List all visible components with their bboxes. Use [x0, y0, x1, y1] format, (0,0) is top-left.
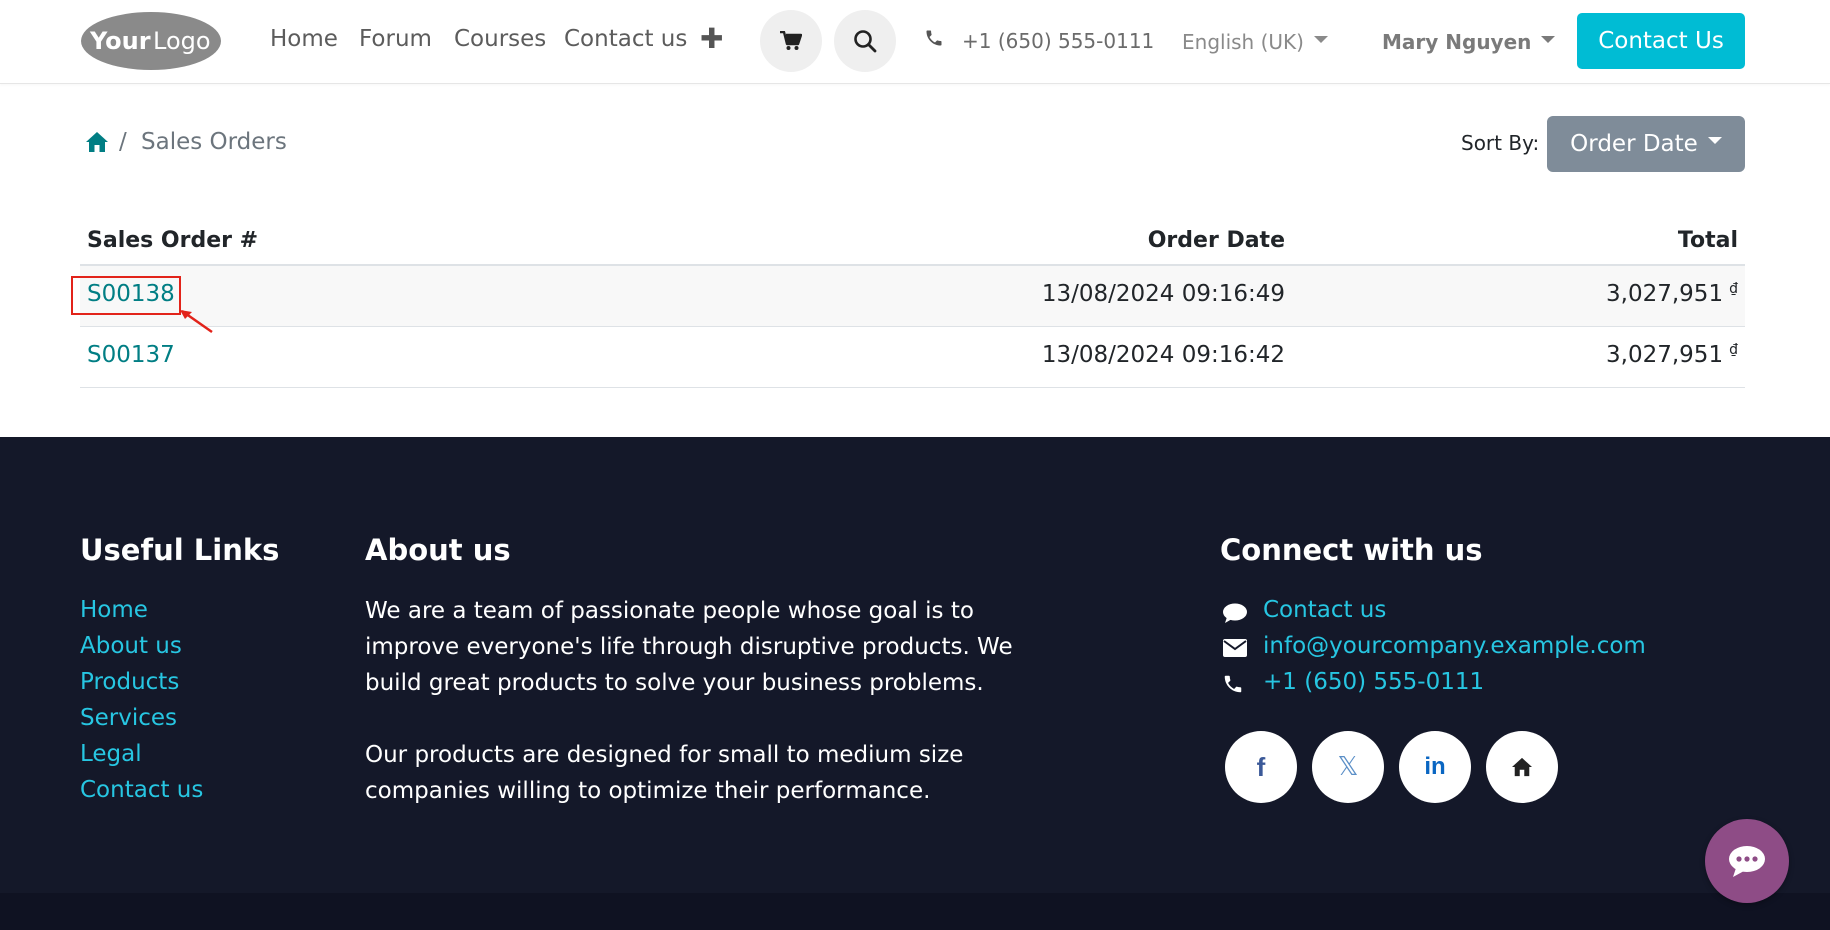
footer-link-about-us[interactable]: About us: [80, 633, 182, 659]
connect-email[interactable]: info@yourcompany.example.com: [1263, 633, 1646, 659]
facebook-icon: f: [1256, 751, 1266, 782]
nav-home[interactable]: Home: [270, 26, 338, 52]
site-header: Your Logo Home Forum Courses Contact us …: [0, 0, 1830, 84]
sort-by-dropdown[interactable]: Order Date: [1547, 116, 1745, 172]
phone-icon: [926, 30, 942, 46]
linkedin-button[interactable]: in: [1399, 731, 1471, 803]
order-link-s00137[interactable]: S00137: [87, 342, 175, 368]
footer-link-products[interactable]: Products: [80, 669, 179, 695]
connect-phone[interactable]: +1 (650) 555-0111: [1263, 669, 1484, 695]
connect-heading: Connect with us: [1220, 533, 1483, 567]
comment-icon: [1223, 603, 1247, 623]
sort-by-value: Order Date: [1570, 131, 1698, 157]
order-total-value: 3,027,951: [1606, 342, 1724, 368]
breadcrumb-separator: /: [119, 129, 127, 155]
column-order-date: Order Date: [1147, 228, 1285, 253]
user-name: Mary Nguyen: [1382, 30, 1532, 54]
table-row[interactable]: S00137 13/08/2024 09:16:42 3,027,951 ₫: [80, 327, 1745, 388]
cart-icon: [780, 31, 802, 50]
linkedin-icon: in: [1424, 753, 1446, 780]
about-paragraph: Our products are designed for small to m…: [365, 742, 964, 804]
footer-link-legal[interactable]: Legal: [80, 741, 142, 767]
order-total-value: 3,027,951: [1606, 281, 1724, 307]
language-selector[interactable]: English (UK): [1182, 30, 1328, 54]
currency-symbol: ₫: [1729, 281, 1738, 297]
x-twitter-button[interactable]: 𝕏: [1312, 731, 1384, 803]
website-home-button[interactable]: [1486, 731, 1558, 803]
cart-button[interactable]: [760, 10, 822, 72]
nav-courses[interactable]: Courses: [454, 26, 546, 52]
search-icon: [854, 30, 877, 53]
search-button[interactable]: [834, 10, 896, 72]
logo-text-your: Your: [89, 27, 151, 55]
contact-us-button[interactable]: Contact Us: [1577, 13, 1745, 69]
table-row[interactable]: S00138 13/08/2024 09:16:49 3,027,951 ₫: [80, 266, 1745, 327]
footer-copyright-bar: [0, 893, 1830, 930]
chevron-down-icon: [1707, 136, 1722, 144]
footer-link-services[interactable]: Services: [80, 705, 177, 731]
chevron-down-icon: [1313, 36, 1328, 43]
footer-link-contact-us[interactable]: Contact us: [80, 777, 203, 803]
about-paragraph: We are a team of passionate people whose…: [365, 598, 1013, 696]
chat-icon: [1729, 846, 1765, 877]
header-phone[interactable]: +1 (650) 555-0111: [962, 29, 1154, 53]
site-footer: Useful Links Home About us Products Serv…: [0, 437, 1830, 893]
sort-by-label: Sort By:: [1461, 131, 1540, 155]
home-icon[interactable]: [85, 131, 109, 153]
connect-contact-us[interactable]: Contact us: [1263, 597, 1386, 623]
home-icon: [1512, 757, 1532, 777]
order-date: 13/08/2024 09:16:42: [1041, 342, 1285, 368]
nav-forum[interactable]: Forum: [359, 26, 432, 52]
column-sales-order: Sales Order #: [87, 228, 259, 253]
breadcrumb-current: Sales Orders: [141, 129, 287, 155]
order-total: 3,027,951 ₫: [1606, 281, 1738, 307]
live-chat-button[interactable]: [1705, 819, 1789, 903]
chevron-down-icon: [1541, 36, 1556, 43]
phone-icon: [1224, 675, 1242, 693]
highlight-annotation-box: [71, 276, 181, 315]
logo-text-logo: Logo: [153, 27, 211, 55]
table-header: Sales Order # Order Date Total: [80, 220, 1745, 266]
useful-links-heading: Useful Links: [80, 533, 280, 567]
company-logo[interactable]: Your Logo: [80, 11, 222, 71]
column-total: Total: [1677, 228, 1738, 253]
order-total: 3,027,951 ₫: [1606, 342, 1738, 368]
about-us-heading: About us: [365, 533, 511, 567]
annotation-arrow-icon: [180, 309, 213, 334]
plus-icon[interactable]: ✚: [700, 22, 723, 55]
footer-link-home[interactable]: Home: [80, 597, 148, 623]
x-twitter-icon: 𝕏: [1337, 752, 1359, 782]
order-date: 13/08/2024 09:16:49: [1041, 281, 1285, 307]
facebook-button[interactable]: f: [1225, 731, 1297, 803]
envelope-icon: [1223, 639, 1247, 657]
currency-symbol: ₫: [1729, 342, 1738, 358]
user-menu[interactable]: Mary Nguyen: [1382, 30, 1556, 54]
about-us-text: We are a team of passionate people whose…: [365, 593, 1065, 845]
nav-contact-us[interactable]: Contact us: [564, 26, 687, 52]
language-label: English (UK): [1182, 30, 1304, 54]
